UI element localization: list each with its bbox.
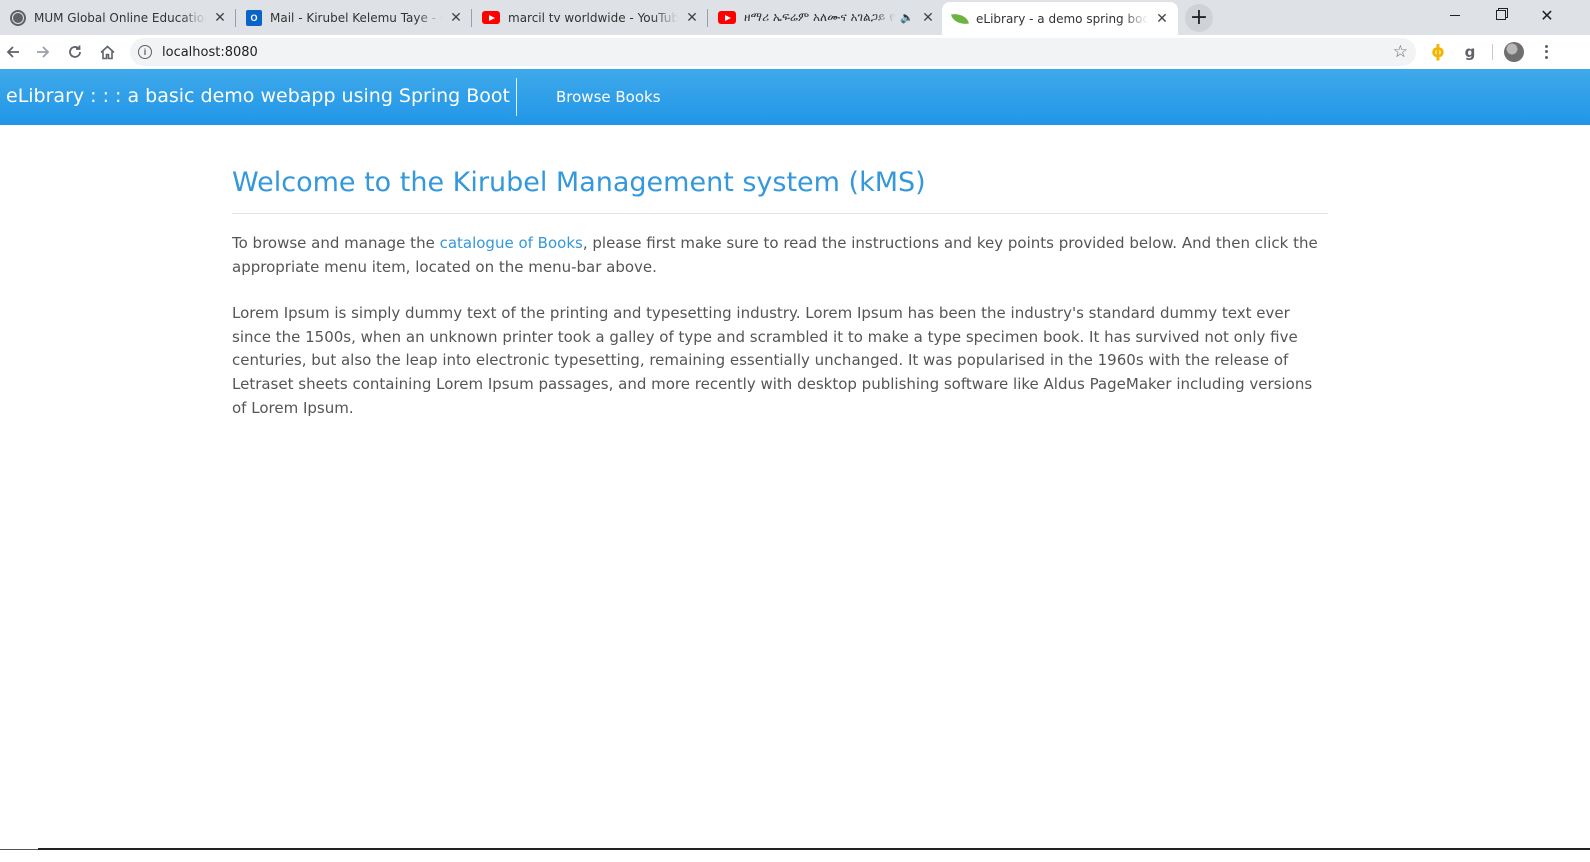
taskbar-edge xyxy=(38,848,1590,850)
extension-g-icon[interactable]: g xyxy=(1460,42,1480,62)
minimize-button[interactable] xyxy=(1432,0,1478,30)
navbar-divider xyxy=(516,78,517,116)
browser-tab-active[interactable]: eLibrary - a demo spring boot webapp ✕ xyxy=(942,2,1178,35)
reload-button[interactable] xyxy=(62,39,88,65)
browser-tab-strip: MUM Global Online Education : Online ✕ O… xyxy=(0,0,1590,35)
home-icon xyxy=(99,44,115,59)
intro-paragraph: To browse and manage the catalogue of Bo… xyxy=(232,232,1328,279)
close-icon[interactable]: ✕ xyxy=(448,10,464,26)
youtube-icon xyxy=(718,11,736,24)
outlook-icon: O xyxy=(246,9,262,26)
new-tab-button[interactable]: + xyxy=(1185,4,1213,32)
globe-icon xyxy=(10,9,26,26)
address-bar[interactable]: i localhost:8080 ☆ xyxy=(130,38,1416,66)
intro-text-before: To browse and manage the xyxy=(232,234,440,252)
browser-menu-icon[interactable] xyxy=(1538,42,1554,62)
info-icon[interactable]: i xyxy=(138,45,152,59)
lorem-paragraph: Lorem Ipsum is simply dummy text of the … xyxy=(232,304,1313,417)
close-icon[interactable]: ✕ xyxy=(684,10,700,26)
app-navbar: eLibrary : : : a basic demo webapp using… xyxy=(0,69,1590,125)
catalogue-link[interactable]: catalogue of Books xyxy=(440,234,583,252)
reload-icon xyxy=(69,45,81,58)
browser-toolbar: i localhost:8080 ☆ ϕ g xyxy=(0,35,1590,69)
browser-tab[interactable]: MUM Global Online Education : Online ✕ xyxy=(0,0,236,35)
forward-arrow-icon xyxy=(37,46,50,58)
close-icon[interactable]: ✕ xyxy=(1154,11,1170,27)
spring-leaf-icon xyxy=(951,11,969,26)
extension-yellow-icon[interactable]: ϕ xyxy=(1428,42,1448,62)
address-url[interactable]: localhost:8080 xyxy=(162,45,258,60)
close-icon[interactable]: ✕ xyxy=(920,10,936,26)
home-button[interactable] xyxy=(94,39,120,65)
speaker-icon[interactable]: 🔈 xyxy=(900,11,914,24)
youtube-icon xyxy=(482,11,500,24)
back-arrow-icon xyxy=(6,46,19,58)
back-button[interactable] xyxy=(0,39,26,65)
nav-link-browse-books[interactable]: Browse Books xyxy=(556,88,661,106)
close-icon[interactable]: ✕ xyxy=(212,10,228,26)
page-title: Welcome to the Kirubel Management system… xyxy=(232,167,926,198)
tab-title: MUM Global Online Education : Online xyxy=(34,10,206,25)
tab-title: marcil tv worldwide - YouTube xyxy=(508,10,678,25)
toolbar-separator xyxy=(1492,44,1493,60)
browser-tab[interactable]: O Mail - Kirubel Kelemu Taye - Outlook ✕ xyxy=(236,0,472,35)
restore-button[interactable] xyxy=(1478,0,1524,30)
window-close-button[interactable]: ✕ xyxy=(1524,0,1570,30)
browser-tab[interactable]: ዘማሪ ኤፍሬም አለሙና አገልጋይ ዮ 🔈 ✕ xyxy=(708,0,944,35)
title-divider xyxy=(232,213,1328,214)
forward-button[interactable] xyxy=(30,39,56,65)
profile-avatar[interactable] xyxy=(1504,42,1524,62)
tab-title: eLibrary - a demo spring boot webapp xyxy=(976,11,1148,26)
taskbar-edge xyxy=(0,849,38,850)
main-content: Welcome to the Kirubel Management system… xyxy=(232,125,1328,420)
browser-tab[interactable]: marcil tv worldwide - YouTube ✕ xyxy=(472,0,708,35)
tab-title: Mail - Kirubel Kelemu Taye - Outlook xyxy=(270,10,442,25)
tab-title: ዘማሪ ኤፍሬም አለሙና አገልጋይ ዮ xyxy=(744,10,897,24)
navbar-brand[interactable]: eLibrary : : : a basic demo webapp using… xyxy=(6,85,510,107)
bookmark-star-icon[interactable]: ☆ xyxy=(1393,42,1408,62)
